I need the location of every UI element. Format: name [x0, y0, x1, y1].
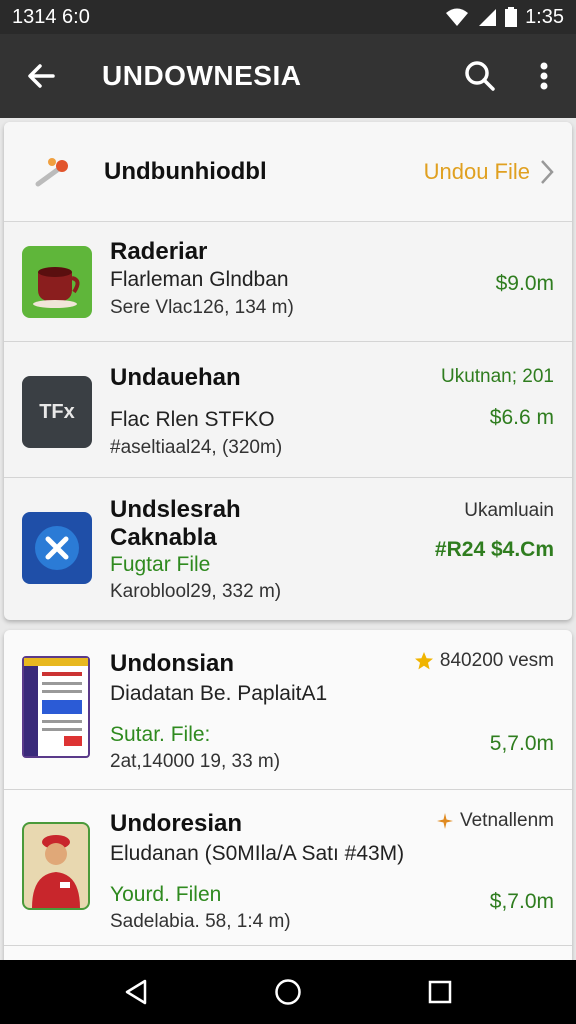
x-app-icon — [22, 512, 92, 584]
item-price: $6.6 m — [489, 406, 554, 429]
item-file-label: Sutar. File: — [110, 723, 211, 746]
more-options-button[interactable] — [512, 34, 576, 118]
item-subtitle: Flarleman Glndban — [110, 268, 289, 291]
item-name: Undoresian — [110, 810, 243, 837]
item-top-right: Ukutnan; 201 — [440, 366, 554, 387]
tfx-app-icon: TFx — [22, 376, 92, 448]
list-item[interactable]: TFx Undauehan Flac Rlen STFKO #aseltiaal… — [4, 342, 572, 478]
nav-back-button[interactable] — [106, 962, 166, 1022]
list-item[interactable]: Raderiar Flarleman Glndban Sere Vlac126,… — [4, 222, 572, 342]
item-name: Undslesrah — [110, 496, 241, 523]
status-right-time: 1:35 — [525, 5, 564, 28]
document-thumbnail-icon — [22, 656, 90, 758]
item-tag-text: Vetnallenm — [459, 810, 554, 831]
app-bar: UNDOWNESIA — [0, 34, 576, 118]
item-name: Undauehan — [110, 364, 241, 391]
star-icon — [414, 652, 433, 670]
list-item[interactable]: Undslesrah Caknabla Fugtar File Karobloo… — [4, 478, 572, 620]
download-card-secondary: Undonsian Diadatan Be. PaplaitA1 Sutar. … — [4, 630, 572, 960]
item-subtitle: Flac Rlen STFKO — [110, 408, 275, 431]
item-tag: Vetnallenm — [436, 810, 554, 832]
download-card-primary: Undbunhiodbl Undou File Raderiar Flarlem… — [4, 122, 572, 620]
section-header[interactable]: Undbunhiodbl Undou File — [4, 122, 572, 222]
item-price: 5,7.0m — [489, 732, 554, 755]
item-subtitle: Diadatan Be. PaplaitA1 — [110, 682, 328, 705]
item-top-right: Ukamluain — [464, 500, 554, 521]
sparkle-icon — [4, 154, 104, 190]
tfx-icon-label: TFx — [39, 400, 75, 423]
status-icons: 1:35 — [445, 6, 564, 29]
page-title: UNDOWNESIA — [102, 60, 302, 91]
item-text: Undoresian Eludanan (S0MIla/A Satı #43M)… — [110, 810, 404, 936]
item-price: #R24 $4.Cm — [434, 538, 554, 561]
item-file-label: Yourd. Filen — [110, 883, 222, 906]
item-file-label: Fugtar File — [110, 553, 211, 576]
status-bar: 1314 6:0 1:35 — [0, 0, 576, 34]
item-meta: 2at,14000 19, 33 m) — [110, 751, 281, 772]
navigation-bar — [0, 960, 576, 1024]
more-vert-icon — [540, 62, 548, 90]
item-text: Undonsian Diadatan Be. PaplaitA1 Sutar. … — [110, 650, 327, 776]
item-text: Undauehan Flac Rlen STFKO #aseltiaal24, … — [110, 364, 282, 462]
item-text: Raderiar Flarleman Glndban Sere Vlac126,… — [110, 238, 294, 322]
signal-icon — [479, 9, 497, 26]
item-price: $9.0m — [495, 272, 554, 295]
item-meta: #aseltiaal24, (320m) — [110, 437, 283, 458]
list-item[interactable]: Undonsian Diadatan Be. PaplaitA1 Sutar. … — [4, 630, 572, 790]
nav-back-icon — [125, 979, 147, 1005]
chevron-right-icon — [541, 159, 554, 184]
item-price: $,7.0m — [489, 890, 554, 913]
search-button[interactable] — [448, 34, 512, 118]
back-arrow-icon — [28, 64, 55, 88]
item-meta: Sere Vlac126, 134 m) — [110, 297, 294, 318]
item-name: Undonsian — [110, 650, 234, 677]
item-name: Raderiar — [110, 238, 208, 265]
item-subtitle: Eludanan (S0MIla/A Satı #43M) — [110, 842, 405, 865]
wifi-icon — [446, 8, 469, 26]
content-area: Undbunhiodbl Undou File Raderiar Flarlem… — [0, 118, 576, 960]
view-files-link[interactable]: Undou File — [424, 159, 572, 185]
nav-home-icon — [275, 979, 301, 1005]
back-button[interactable] — [0, 34, 82, 118]
view-files-label: Undou File — [423, 158, 530, 184]
nav-recents-button[interactable] — [410, 962, 470, 1022]
nav-home-button[interactable] — [258, 962, 318, 1022]
item-rating-text: 840200 vesm — [439, 650, 554, 671]
item-meta: Karoblool29, 332 m) — [110, 581, 282, 602]
search-icon — [465, 61, 495, 91]
list-item[interactable]: Undoresian Eludanan (S0MIla/A Satı #43M)… — [4, 790, 572, 946]
item-name-line2: Caknabla — [110, 524, 217, 551]
item-meta: Sadelabia. 58, 1:4 m) — [110, 911, 291, 932]
person-avatar-icon — [22, 822, 90, 910]
item-rating: 840200 vesm — [414, 650, 554, 672]
nav-recents-icon — [428, 980, 452, 1004]
battery-icon — [505, 7, 518, 27]
item-text: Undslesrah Caknabla Fugtar File Karobloo… — [110, 496, 281, 606]
tea-cup-app-icon — [22, 246, 92, 318]
status-left-time: 1314 6:0 — [12, 5, 90, 28]
sparkle-star-icon — [436, 813, 453, 829]
section-title: Undbunhiodbl — [104, 157, 267, 185]
